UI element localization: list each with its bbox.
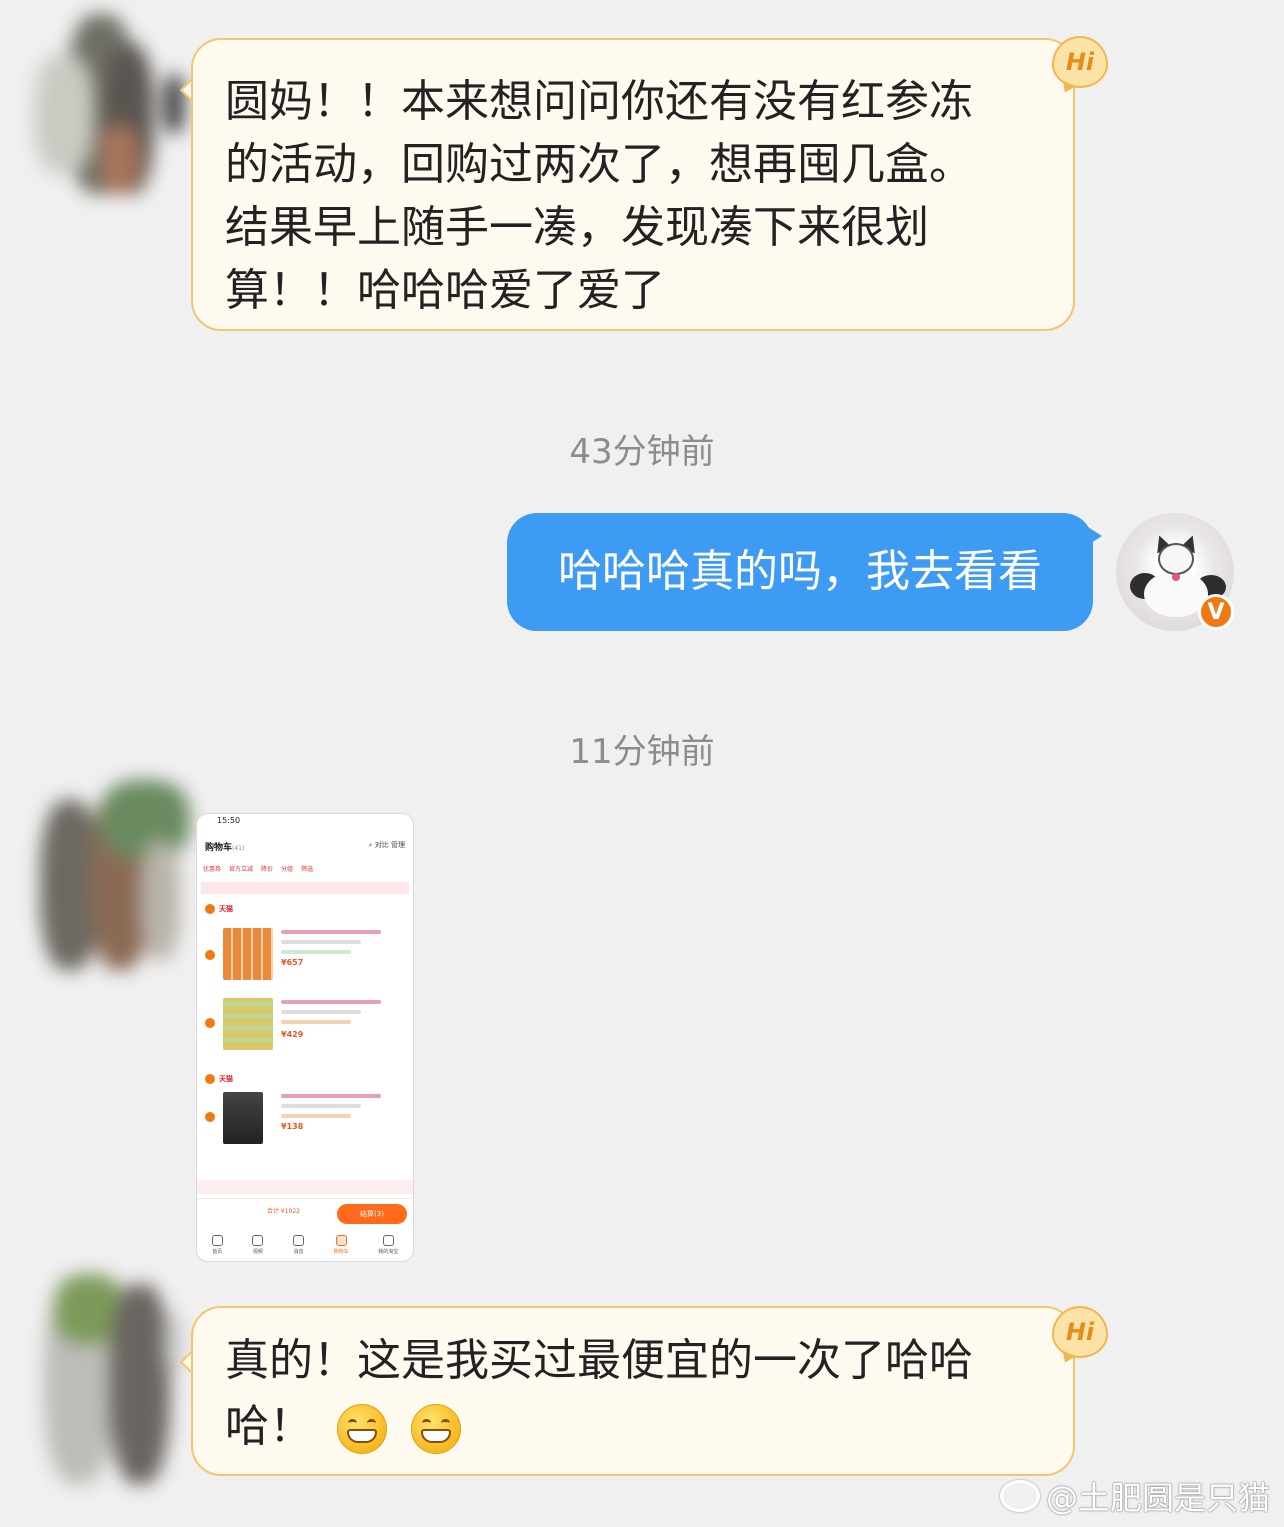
grin-emoji-icon xyxy=(411,1404,461,1454)
sender-avatar-blurred[interactable] xyxy=(14,1274,214,1504)
message-icon xyxy=(292,1235,304,1246)
message-line: 哈！ xyxy=(225,1394,1039,1460)
cat-head xyxy=(1158,543,1194,575)
promo-strip xyxy=(197,1180,413,1194)
incoming-message-bubble[interactable]: 圆妈！！本来想问问你还有没有红参冻 的活动，回购过两次了，想再囤几盒。 结果早上… xyxy=(191,38,1075,331)
cart-banner xyxy=(201,882,409,894)
cart-title: 购物车(41) xyxy=(205,843,245,853)
tab-my-taobao: 我的淘宝 xyxy=(378,1235,398,1255)
tab-messages: 消息 xyxy=(292,1235,304,1255)
checkout-button: 结算(3) xyxy=(337,1204,407,1224)
cart-tools: ⌕ 对比 管理 xyxy=(368,841,405,849)
home-icon xyxy=(211,1235,223,1246)
weibo-logo-icon xyxy=(999,1480,1040,1512)
timestamp: 43分钟前 xyxy=(569,432,715,472)
verified-badge-icon: V xyxy=(1198,594,1234,630)
shop-header: 天猫 xyxy=(205,904,233,914)
weibo-watermark: @土肥圆是只猫 xyxy=(999,1473,1270,1519)
outgoing-message-bubble[interactable]: 哈哈哈真的吗，我去看看 xyxy=(507,513,1093,631)
video-icon xyxy=(252,1235,264,1246)
tab-video: 视频 xyxy=(252,1235,264,1255)
cart-items: ¥138 xyxy=(201,1088,409,1168)
tab-bar: 首页 视频 消息 购物车 我的淘宝 xyxy=(197,1231,413,1259)
sender-avatar-blurred[interactable] xyxy=(20,780,220,990)
cart-items: ¥657 ¥429 xyxy=(201,918,409,1068)
search-icon: ⌕ xyxy=(368,841,373,849)
hi-badge-icon: Hi xyxy=(1052,36,1108,88)
message-line: 结果早上随手一凑，发现凑下来很划 xyxy=(225,202,929,253)
cat-bow xyxy=(1172,573,1180,581)
tab-home: 首页 xyxy=(211,1235,223,1255)
shop-header: 天猫 xyxy=(205,1074,233,1084)
message-line: 真的！这是我买过最便宜的一次了哈哈 xyxy=(225,1335,973,1386)
shared-screenshot-image[interactable]: 15:50 购物车(41) ⌕ 对比 管理 优惠券 官方立减 降价 分组 筛选 … xyxy=(196,813,414,1262)
timestamp: 11分钟前 xyxy=(569,732,715,772)
cart-icon xyxy=(335,1235,347,1246)
status-time: 15:50 xyxy=(217,816,241,825)
message-line: 圆妈！！本来想问问你还有没有红参冻 xyxy=(225,76,973,127)
cart-filter-bar: 优惠券 官方立减 降价 分组 筛选 xyxy=(203,866,314,873)
message-line: 算！！哈哈哈爱了爱了 xyxy=(225,265,665,316)
cart-total: 合计 ¥1022 xyxy=(267,1208,300,1215)
user-icon xyxy=(382,1235,394,1246)
tab-cart: 购物车 xyxy=(334,1235,349,1255)
hi-badge-icon: Hi xyxy=(1052,1306,1108,1358)
sender-avatar-blurred[interactable] xyxy=(14,4,214,214)
grin-emoji-icon xyxy=(337,1404,387,1454)
incoming-message-bubble[interactable]: 真的！这是我买过最便宜的一次了哈哈 哈！ xyxy=(191,1306,1075,1476)
message-line: 的活动，回购过两次了，想再囤几盒。 xyxy=(225,139,973,190)
